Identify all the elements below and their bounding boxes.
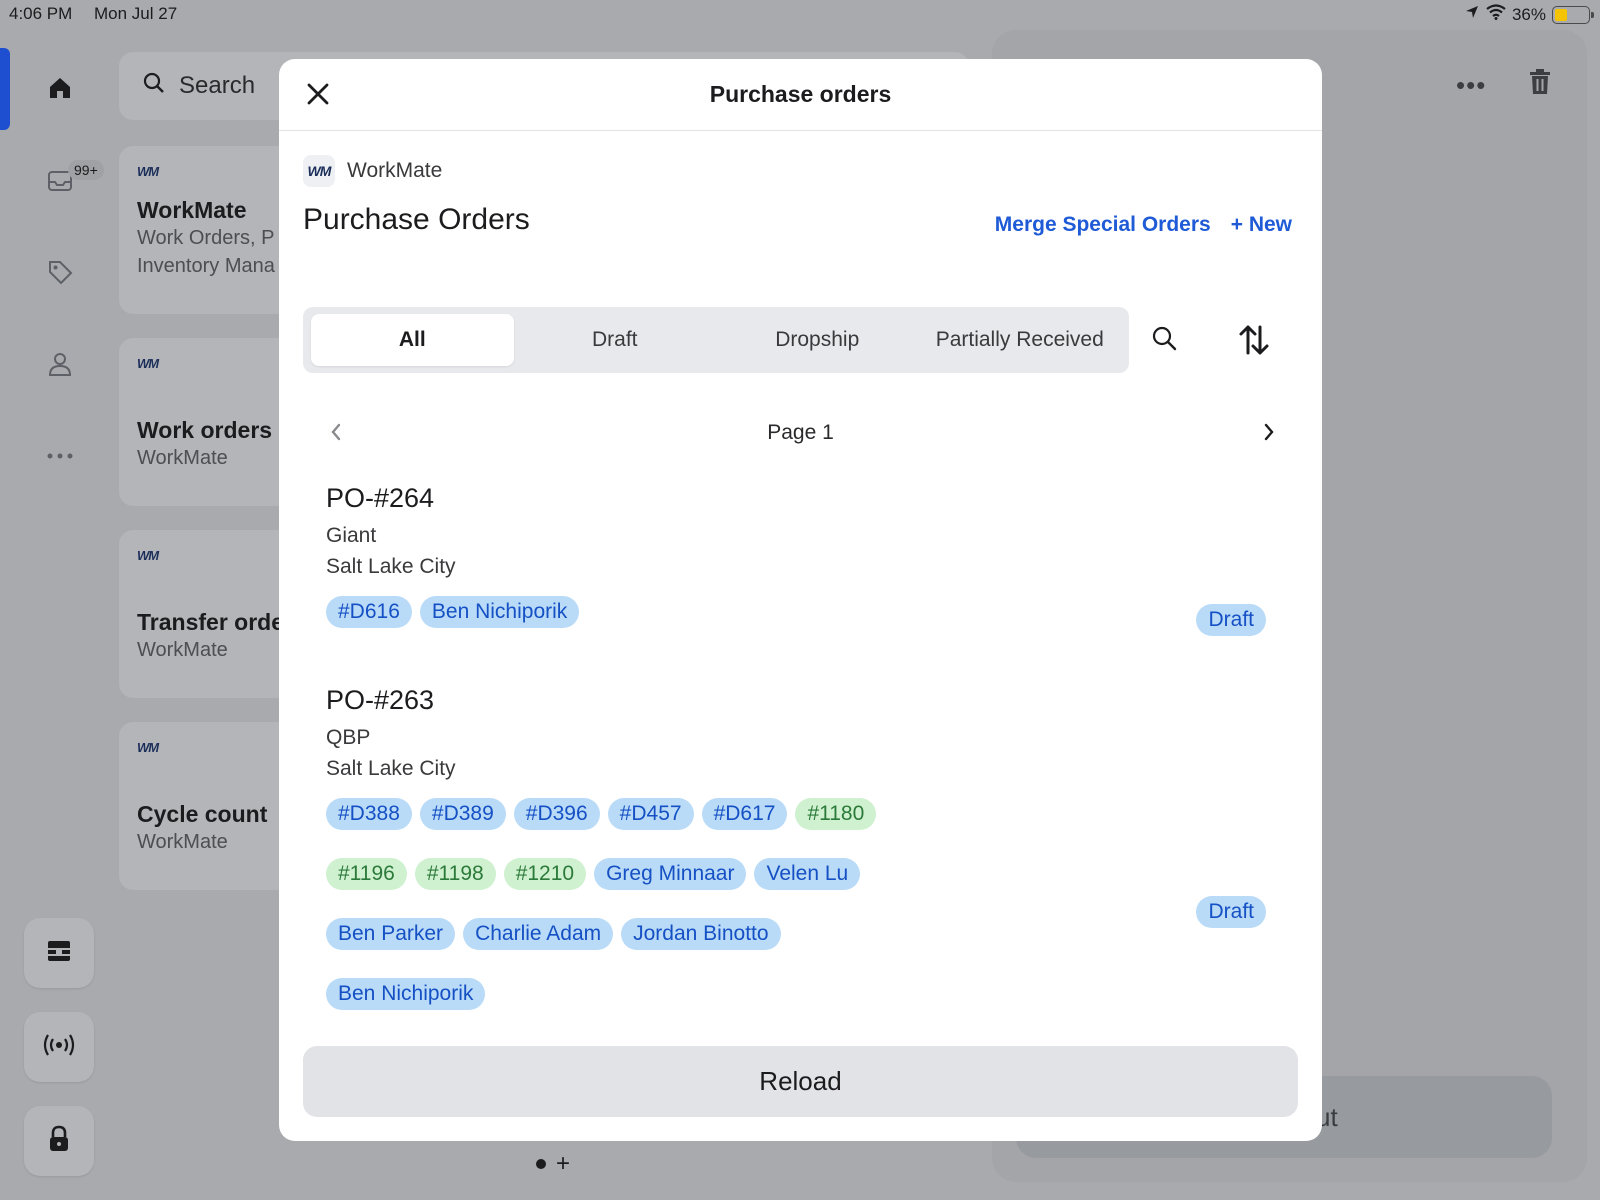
page-indicator: + xyxy=(536,1150,570,1178)
order-tag-chip: #D616 xyxy=(326,596,412,628)
home-icon[interactable] xyxy=(40,68,80,108)
order-tag-chip: #1196 xyxy=(326,858,407,890)
person-icon[interactable] xyxy=(40,344,80,384)
modal-title: Purchase orders xyxy=(709,81,892,107)
merge-special-orders-button[interactable]: Merge Special Orders xyxy=(995,213,1211,237)
lock-icon xyxy=(47,1125,71,1158)
workmate-logo: WM xyxy=(137,548,159,563)
order-tag-chip: Jordan Binotto xyxy=(621,918,781,950)
order-tag-chip: #1180 xyxy=(795,798,877,830)
card-title: WorkMate xyxy=(137,197,247,223)
order-tag-chip: Velen Lu xyxy=(754,858,861,890)
card-title: Cycle count xyxy=(137,801,268,827)
new-purchase-order-button[interactable]: + New xyxy=(1231,213,1292,237)
order-location: Salt Lake City xyxy=(326,555,456,578)
search-icon xyxy=(143,72,165,101)
workmate-logo: WM xyxy=(303,155,335,187)
location-icon xyxy=(1464,4,1480,25)
tag-icon[interactable] xyxy=(40,252,80,292)
search-button[interactable] xyxy=(1151,325,1181,355)
more-horizontal-icon[interactable] xyxy=(40,436,80,476)
app-identity: WM WorkMate xyxy=(303,155,442,187)
order-tag-chip: #D389 xyxy=(419,798,506,830)
status-tabs: All Draft Dropship Partially Received xyxy=(303,307,1129,373)
add-page-icon[interactable]: + xyxy=(556,1150,570,1178)
card-title: Transfer orde xyxy=(137,609,284,635)
tab-partially-received[interactable]: Partially Received xyxy=(919,314,1122,366)
order-tag-chip: #D396 xyxy=(513,798,600,830)
status-bar: 4:06 PM Mon Jul 27 36% xyxy=(0,0,1600,30)
more-menu-icon[interactable]: ••• xyxy=(1456,70,1486,101)
wifi-icon xyxy=(1486,4,1506,25)
tab-all[interactable]: All xyxy=(311,314,514,366)
order-id: PO-#263 xyxy=(326,685,435,715)
page-dot[interactable] xyxy=(536,1159,546,1169)
workmate-logo: WM xyxy=(137,356,159,371)
order-tag-chip: #1198 xyxy=(414,858,496,890)
card-subtitle: WorkMate xyxy=(137,639,228,661)
next-page-button[interactable] xyxy=(1254,419,1284,449)
inbox-badge: 99+ xyxy=(68,160,104,180)
purchase-order-row[interactable]: PO-#264 Giant Salt Lake City #D616 Ben N… xyxy=(326,483,1266,643)
order-tag-chip: Ben Nichiporik xyxy=(326,978,486,1010)
tab-dropship[interactable]: Dropship xyxy=(716,314,919,366)
order-tag-chip: #D457 xyxy=(607,798,694,830)
page-label: Page 1 xyxy=(767,421,834,444)
order-vendor: Giant xyxy=(326,524,377,547)
page-title: Purchase Orders xyxy=(303,203,530,236)
purchase-orders-modal: Purchase orders WM WorkMate Purchase Ord… xyxy=(279,59,1322,1141)
workmate-logo: WM xyxy=(137,740,159,755)
broadcast-icon xyxy=(43,1033,75,1062)
card-subtitle: WorkMate xyxy=(137,831,228,853)
rail-active-indicator xyxy=(0,48,10,130)
status-right: 36% xyxy=(1464,4,1594,25)
battery-percent: 36% xyxy=(1511,4,1546,24)
card-subtitle-2: Inventory Mana xyxy=(137,255,275,277)
header-actions: Merge Special Orders + New xyxy=(995,213,1292,237)
order-tag-chip: Ben Parker xyxy=(326,918,456,950)
pagination: Page 1 xyxy=(303,417,1298,451)
order-vendor: QBP xyxy=(326,726,371,749)
status-badge: Draft xyxy=(1196,896,1266,928)
store-button[interactable] xyxy=(24,918,94,988)
app-name: WorkMate xyxy=(347,159,443,182)
trash-icon[interactable] xyxy=(1528,68,1552,101)
order-tag-chip: Greg Minnaar xyxy=(594,858,747,890)
search-placeholder: Search xyxy=(179,72,256,99)
order-tag-chip: #1210 xyxy=(503,858,587,890)
status-time: 4:06 PM xyxy=(9,4,73,23)
order-tag-chip: #D617 xyxy=(701,798,788,830)
purchase-order-row[interactable]: PO-#263 QBP Salt Lake City #D388 #D389 #… xyxy=(326,685,1266,1035)
status-badge: Draft xyxy=(1196,604,1266,636)
card-subtitle: WorkMate xyxy=(137,447,228,469)
order-location: Salt Lake City xyxy=(326,757,456,780)
chevron-right-icon xyxy=(1263,423,1275,446)
status-date: Mon Jul 27 xyxy=(94,4,178,23)
order-tag-chip: Charlie Adam xyxy=(463,918,614,950)
search-icon xyxy=(1151,326,1177,355)
store-icon xyxy=(45,937,73,970)
tab-draft[interactable]: Draft xyxy=(514,314,717,366)
sort-button[interactable] xyxy=(1237,323,1271,357)
order-tag-chip: Ben Nichiporik xyxy=(419,596,580,628)
order-tag-chip: #D388 xyxy=(326,798,412,830)
order-tags: #D388 #D389 #D396 #D457 #D617 #1180 #119… xyxy=(326,798,906,1010)
order-id: PO-#264 xyxy=(326,483,435,513)
modal-header: Purchase orders xyxy=(279,59,1322,131)
lock-button[interactable] xyxy=(24,1106,94,1176)
sort-arrows-icon xyxy=(1237,325,1271,361)
workmate-logo: WM xyxy=(137,164,159,179)
reload-button[interactable]: Reload xyxy=(303,1046,1298,1117)
broadcast-button[interactable] xyxy=(24,1012,94,1082)
battery-icon xyxy=(1552,5,1594,24)
order-tags: #D616 Ben Nichiporik xyxy=(326,596,906,628)
card-title: Work orders xyxy=(137,417,273,443)
card-subtitle: Work Orders, P xyxy=(137,227,275,249)
battery-level xyxy=(1555,8,1567,21)
